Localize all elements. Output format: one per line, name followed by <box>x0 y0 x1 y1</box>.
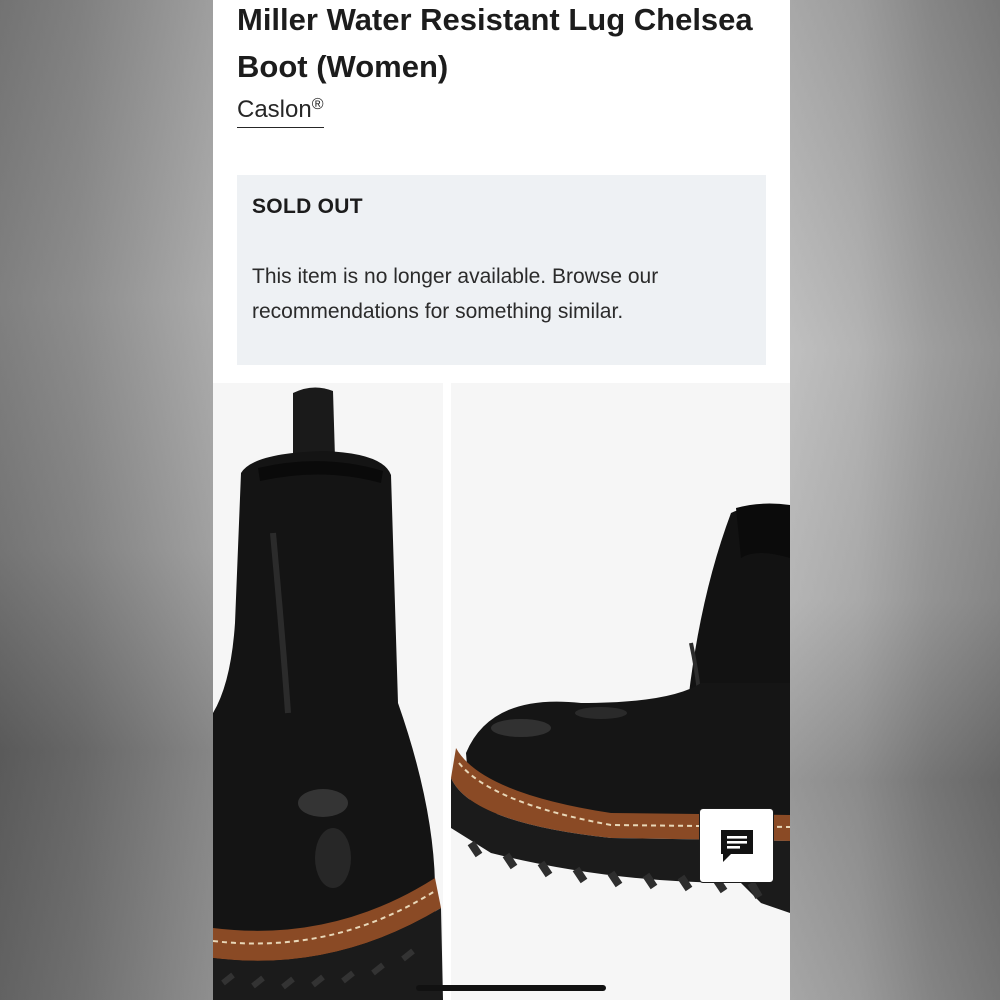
chat-button[interactable] <box>699 808 774 883</box>
gallery-image-1[interactable] <box>213 383 443 1000</box>
gallery-image-2[interactable] <box>451 383 790 1000</box>
background-blur-right <box>790 0 1000 1000</box>
product-title: Miller Water Resistant Lug Chelsea Boot … <box>237 2 753 84</box>
product-page: Miller Water Resistant Lug Chelsea Boot … <box>213 0 790 1000</box>
sold-out-heading: SOLD OUT <box>252 195 363 218</box>
product-gallery <box>213 383 790 1000</box>
boot-rear-view-image <box>213 387 443 1000</box>
sold-out-notice: SOLD OUT This item is no longer availabl… <box>237 175 766 365</box>
home-indicator[interactable] <box>416 985 606 991</box>
brand-link[interactable]: Caslon® <box>237 90 324 128</box>
boot-side-view-image <box>451 503 790 913</box>
brand-name: Caslon <box>237 96 312 123</box>
background-blur-left <box>0 0 213 1000</box>
sold-out-message: This item is no longer available. Browse… <box>252 265 659 323</box>
chat-icon <box>720 829 753 862</box>
registered-mark: ® <box>311 96 324 113</box>
